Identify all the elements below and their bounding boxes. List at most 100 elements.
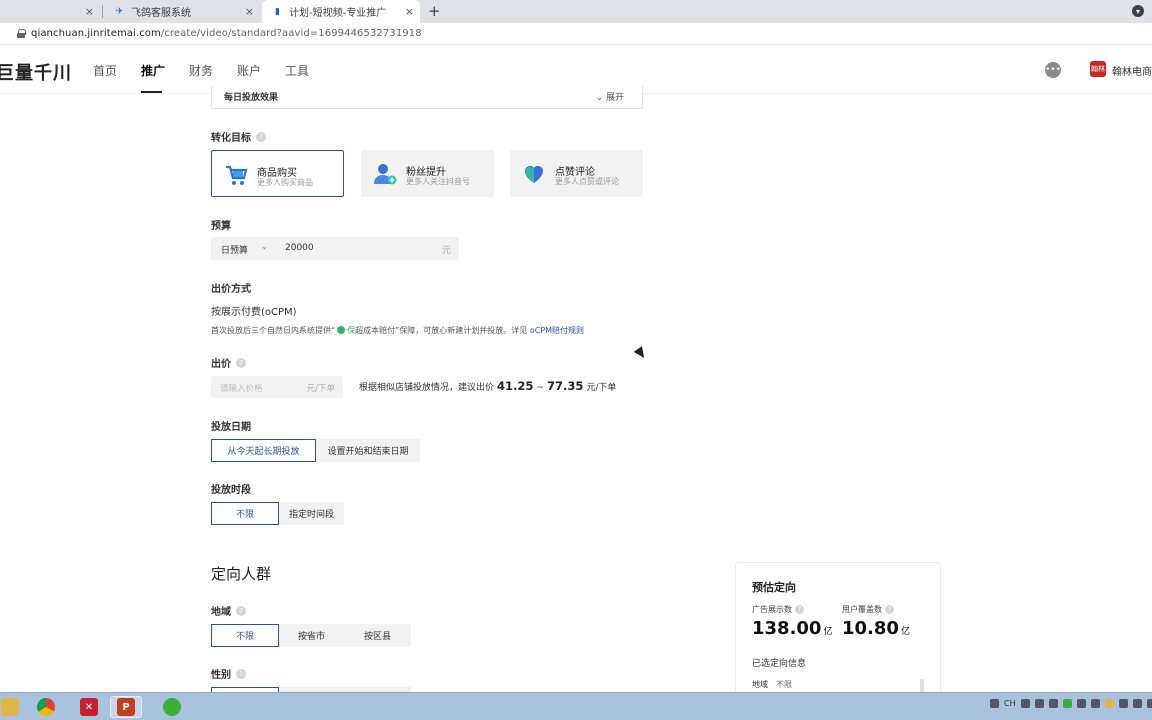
chevron-down-icon[interactable]: ▾ (1132, 5, 1144, 17)
powerpoint-taskbar-button[interactable]: P (110, 696, 142, 718)
message-icon[interactable]: ••• (1045, 62, 1061, 78)
ocpm-rules-link[interactable]: oCPM赔付规则 (530, 326, 584, 335)
xmind-taskbar-button[interactable]: ✕ (73, 696, 105, 718)
system-tray: CH (990, 699, 1152, 708)
url-text[interactable]: qianchuan.jinritemai.com/create/video/st… (31, 28, 422, 39)
help-icon[interactable]: ? (885, 605, 894, 614)
wechat-taskbar-button[interactable] (156, 696, 188, 718)
impressions-label-text: 广告展示数 (752, 605, 792, 614)
browser-tab-active[interactable]: ▮ 计划-短视频-专业推广 × (262, 0, 420, 23)
input-method-indicator[interactable]: CH (1004, 699, 1016, 708)
coverage-label: 用户覆盖数? (842, 604, 894, 615)
goal-subtitle: 更多人购买商品 (257, 178, 313, 187)
bid-method-label: 出价方式 (211, 284, 251, 295)
bid-price-input[interactable]: 请输入价格 元/下单 (211, 376, 343, 398)
active-nav-indicator (141, 91, 162, 93)
new-tab-button[interactable]: + (428, 2, 441, 20)
date-option-range[interactable]: 设置开始和结束日期 (316, 439, 420, 462)
bid-method-value: 按展示付费(oCPM) (211, 307, 297, 318)
help-icon[interactable]: ? (236, 668, 246, 679)
tray-icon[interactable] (1048, 699, 1058, 708)
tray-icon[interactable] (1076, 699, 1086, 708)
nav-item-promote[interactable]: 推广 (141, 62, 165, 79)
browser-tab[interactable]: × (0, 0, 100, 23)
suggest-separator: ~ (536, 383, 544, 393)
account-name[interactable]: 翰林电商 (1112, 63, 1152, 78)
nav-item-tools[interactable]: 工具 (285, 62, 309, 79)
time-segment: 不限 指定时间段 (211, 502, 344, 525)
avatar[interactable]: 翰林 (1090, 61, 1106, 77)
address-bar[interactable]: qianchuan.jinritemai.com/create/video/st… (0, 23, 1152, 45)
chrome-icon (37, 698, 55, 716)
shield-icon (337, 326, 346, 334)
volume-icon[interactable] (1118, 699, 1128, 708)
close-icon[interactable]: × (85, 5, 94, 18)
time-option-unlimited[interactable]: 不限 (211, 502, 279, 525)
wechat-icon (163, 698, 181, 716)
feige-favicon-icon: ✈ (115, 6, 124, 17)
time-label: 投放时段 (211, 485, 251, 496)
coverage-label-text: 用户覆盖数 (842, 605, 882, 614)
conversion-goal-label: 转化目标? (211, 129, 266, 144)
app-logo[interactable]: 巨量千川 (0, 59, 72, 85)
file-explorer-button[interactable] (0, 696, 26, 718)
budget-input[interactable]: 20000 (285, 243, 314, 253)
expand-toggle[interactable]: ⌄ 展开 (596, 90, 624, 103)
time-option-specific[interactable]: 指定时间段 (279, 502, 344, 525)
tray-icon[interactable] (1090, 699, 1100, 708)
region-option-unlimited[interactable]: 不限 (211, 624, 279, 647)
tray-icon[interactable] (1034, 699, 1044, 708)
tab-title: 飞鸽客服系统 (131, 8, 191, 19)
date-option-long-term[interactable]: 从今天起长期投放 (211, 439, 316, 462)
tray-icon[interactable] (1104, 699, 1114, 708)
chrome-taskbar-button[interactable] (30, 696, 62, 718)
help-icon[interactable]: ? (236, 357, 246, 368)
nav-item-home[interactable]: 首页 (93, 62, 117, 79)
region-label-text: 地域 (211, 607, 231, 618)
targeting-title: 定向人群 (211, 565, 272, 583)
close-icon[interactable]: × (405, 5, 414, 18)
tab-separator (102, 5, 103, 18)
tray-icon[interactable] (990, 699, 999, 708)
lock-icon (17, 29, 26, 38)
budget-unit: 元 (441, 246, 451, 256)
expand-label: 展开 (605, 93, 624, 103)
cart-icon (226, 165, 248, 185)
goal-card-fans[interactable]: 粉丝提升 更多人关注抖音号 (361, 150, 494, 197)
note-text: 首次投放后三个自然日内系统提供“ (211, 326, 336, 335)
browser-tab[interactable]: ✈ 飞鸽客服系统 × (104, 0, 260, 23)
bid-placeholder[interactable]: 请输入价格 (220, 382, 263, 394)
help-icon[interactable]: ? (236, 605, 246, 616)
powerpoint-icon: P (117, 698, 135, 716)
goal-card-engagement[interactable]: 点赞评论 更多人点赞或评论 (510, 150, 643, 197)
region-option-county[interactable]: 按区县 (344, 624, 411, 647)
chevron-down-icon[interactable]: ⌄ (261, 242, 268, 251)
coverage-value: 10.80 亿 (842, 618, 910, 639)
suggest-high: 77.35 (546, 379, 584, 393)
mouse-cursor-icon (633, 346, 649, 361)
tray-icon[interactable] (1020, 699, 1030, 708)
network-icon[interactable] (1132, 699, 1142, 708)
estimate-panel: 预估定向 广告展示数? 用户覆盖数? 138.00 亿 10.80 亿 已选定向信息… (735, 562, 941, 702)
browser-tab-bar: × ✈ 飞鸽客服系统 × ▮ 计划-短视频-专业推广 × + ▾ (0, 0, 1152, 23)
folder-icon (1, 698, 19, 716)
budget-input-group[interactable]: 日预算 ⌄ 20000 元 (211, 237, 459, 260)
close-icon[interactable]: × (245, 5, 254, 18)
goal-card-purchase[interactable]: 商品购买 更多人购买商品 (211, 150, 344, 197)
user-plus-icon (374, 164, 397, 185)
tray-icon[interactable] (1146, 699, 1152, 708)
help-icon[interactable]: ? (256, 131, 266, 142)
wechat-tray-icon[interactable] (1062, 699, 1072, 708)
row-key: 地域 (752, 680, 768, 689)
suggest-unit: 元/下单 (586, 383, 617, 393)
region-option-province[interactable]: 按省市 (279, 624, 344, 647)
nav-item-account[interactable]: 账户 (237, 62, 261, 79)
region-segment: 不限 按省市 按区县 (211, 624, 411, 647)
budget-type-select[interactable]: 日预算 (221, 243, 248, 256)
heart-icon (525, 166, 543, 183)
nav-item-finance[interactable]: 财务 (189, 62, 213, 79)
os-taskbar: ✕ P CH (0, 692, 1152, 720)
bid-label: 出价? (211, 355, 246, 370)
bid-label-text: 出价 (211, 359, 231, 370)
help-icon[interactable]: ? (795, 605, 804, 614)
